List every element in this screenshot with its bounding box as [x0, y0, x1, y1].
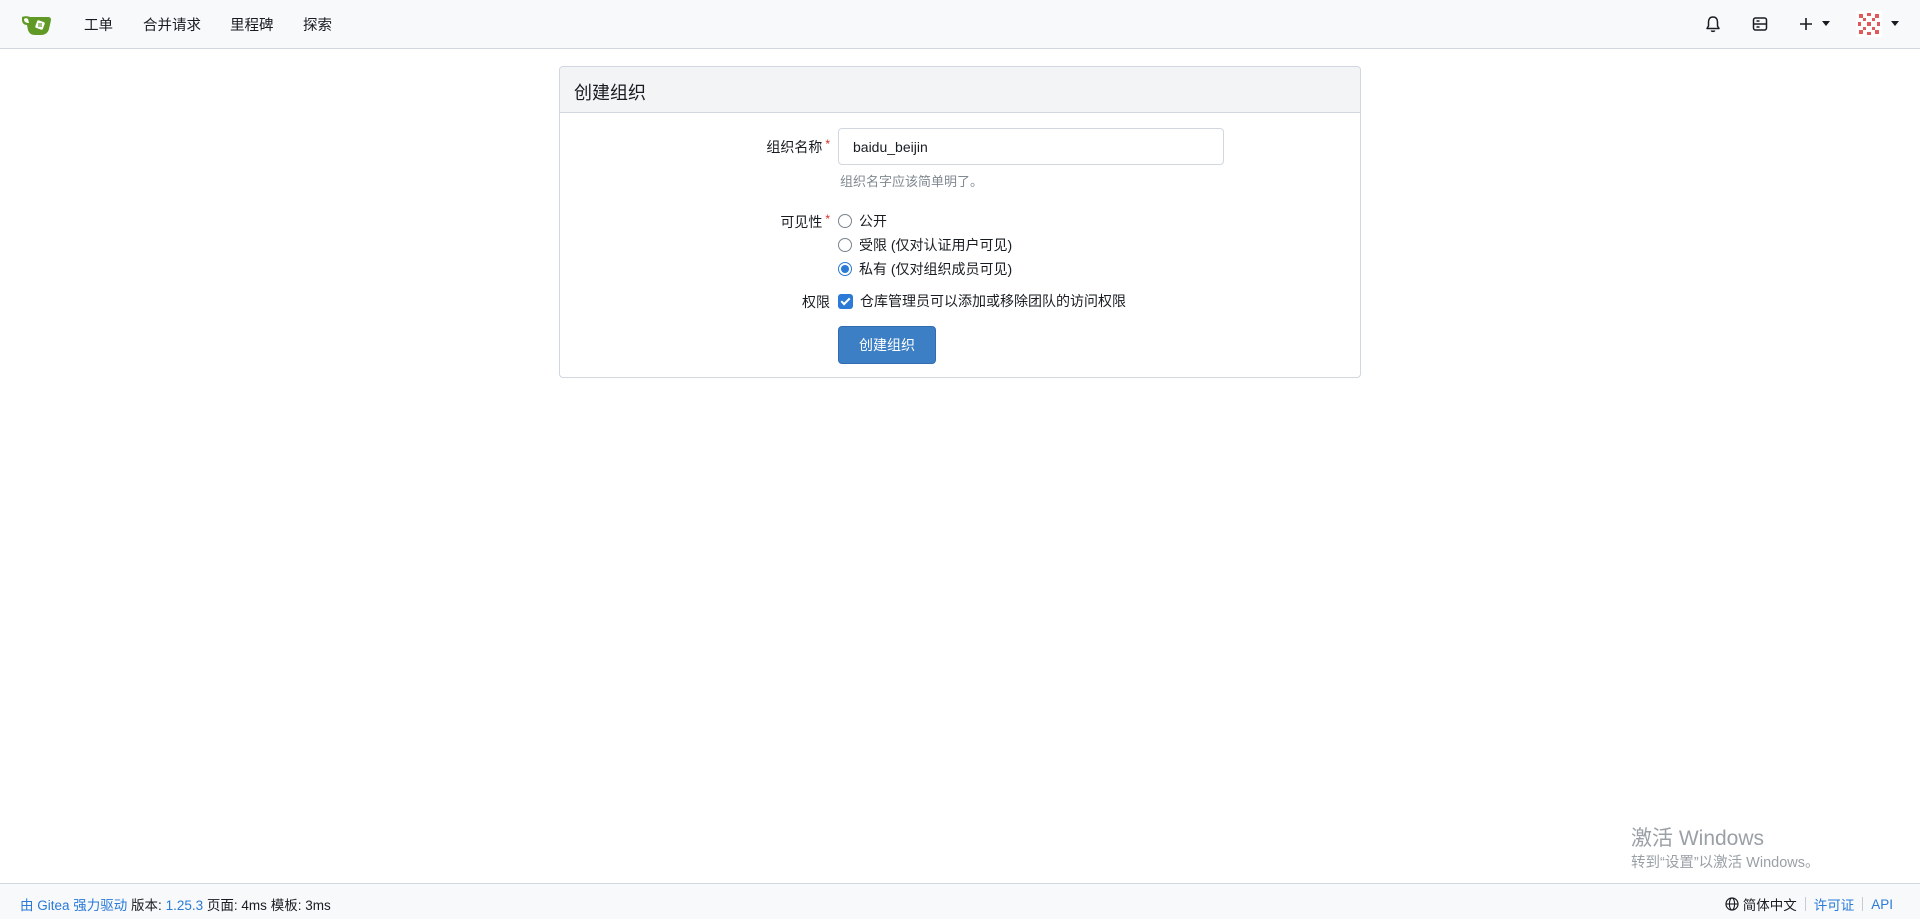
globe-icon — [1725, 897, 1739, 911]
visibility-limited-option[interactable]: 受限 (仅对认证用户可见) — [838, 236, 1012, 254]
server-icon[interactable] — [1749, 13, 1771, 35]
page-time-value: 4ms — [241, 898, 267, 913]
org-name-help: 组织名字应该简单明了。 — [840, 174, 984, 189]
powered-by-link[interactable]: 由 Gitea 强力驱动 — [20, 898, 127, 913]
radio-button[interactable] — [838, 214, 852, 228]
create-org-button[interactable]: 创建组织 — [838, 326, 936, 364]
page-title: 创建组织 — [574, 83, 646, 103]
gitea-logo-icon[interactable] — [21, 11, 53, 37]
nav-issues[interactable]: 工单 — [84, 14, 113, 35]
page-time-label: 页面: — [206, 898, 238, 913]
divider — [1804, 897, 1806, 911]
api-link[interactable]: API — [1871, 897, 1893, 912]
create-dropdown-caret-icon[interactable] — [1822, 21, 1830, 26]
org-name-input[interactable] — [838, 128, 1224, 165]
visibility-limited-label: 受限 (仅对认证用户可见) — [859, 237, 1013, 253]
template-time-value: 3ms — [305, 898, 331, 913]
bell-icon[interactable] — [1702, 13, 1724, 35]
permission-checkbox-option[interactable]: 仓库管理员可以添加或移除团队的访问权限 — [838, 292, 1126, 310]
permission-label: 权限 — [802, 294, 830, 310]
org-name-label: 组织名称 * — [766, 137, 830, 155]
footer: 由 Gitea 强力驱动 版本: 1.25.3 页面: 4ms 模板: 3ms … — [0, 883, 1920, 919]
avatar[interactable] — [1856, 11, 1882, 37]
visibility-private-label: 私有 (仅对组织成员可见) — [859, 261, 1013, 277]
windows-activation-title: 激活 Windows — [1631, 827, 1765, 850]
visibility-public-label: 公开 — [859, 213, 887, 229]
version-label: 版本: — [131, 898, 162, 913]
visibility-label: 可见性 * — [780, 212, 830, 230]
visibility-private-option[interactable]: 私有 (仅对组织成员可见) — [838, 260, 1012, 278]
divider — [1862, 897, 1864, 911]
required-mark: * — [825, 137, 830, 151]
footer-info: 由 Gitea 强力驱动 版本: 1.25.3 页面: 4ms 模板: 3ms — [20, 894, 331, 914]
version-link[interactable]: 1.25.3 — [166, 898, 204, 913]
card-header: 创建组织 — [560, 67, 1360, 113]
radio-button[interactable] — [838, 238, 852, 252]
windows-activation-subtitle: 转到“设置”以激活 Windows。 — [1631, 855, 1820, 871]
nav-pull-requests[interactable]: 合并请求 — [143, 14, 201, 35]
checkbox-checked[interactable] — [838, 293, 853, 309]
permission-checkbox-label: 仓库管理员可以添加或移除团队的访问权限 — [860, 293, 1126, 309]
nav-milestones[interactable]: 里程碑 — [230, 14, 274, 35]
user-dropdown-caret-icon[interactable] — [1891, 21, 1899, 26]
required-mark: * — [825, 212, 830, 226]
nav-explore[interactable]: 探索 — [303, 14, 332, 35]
radio-button-selected[interactable] — [838, 262, 852, 276]
template-time-label: 模板: — [270, 898, 302, 913]
plus-icon[interactable] — [1795, 13, 1817, 35]
visibility-public-option[interactable]: 公开 — [838, 212, 887, 230]
language-selector[interactable]: 简体中文 — [1743, 894, 1797, 914]
license-link[interactable]: 许可证 — [1814, 894, 1855, 914]
create-org-card: 创建组织 组织名称* 组织名字应该简单明了。 可见性* 公开 受限 (仅对认证用… — [559, 66, 1361, 378]
top-navbar: 工单 合并请求 里程碑 探索 — [0, 0, 1920, 49]
footer-links: 简体中文 许可证 API — [1725, 894, 1893, 914]
